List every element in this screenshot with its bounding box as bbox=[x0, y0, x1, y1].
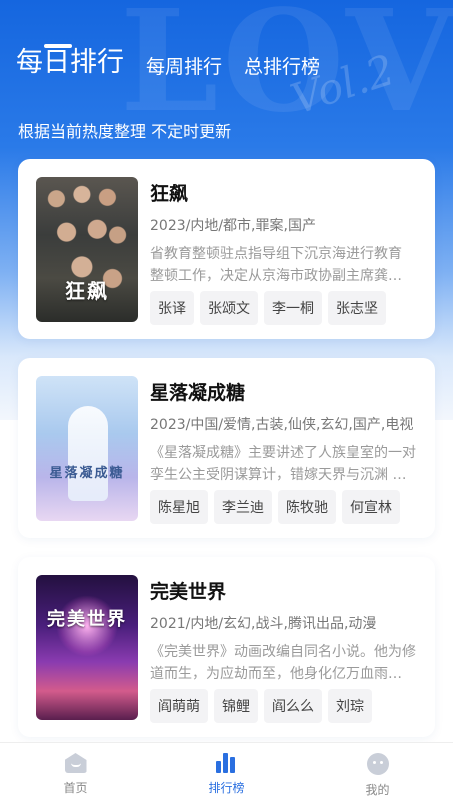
cast-list: 陈星旭 李兰迪 陈牧驰 何宣林 bbox=[150, 490, 400, 524]
cast-chip[interactable]: 锦鲤 bbox=[214, 689, 258, 723]
item-description: 省教育整顿驻点指导组下沉京海进行教育 整顿工作，决定从京海市政协副主席龚… bbox=[150, 243, 419, 287]
item-description: 《完美世界》动画改编自同名小说。他为修 道而生，为应劫而至，他身化亿万血雨… bbox=[150, 641, 419, 685]
tabbar-label: 排行榜 bbox=[208, 781, 245, 795]
active-tab-indicator bbox=[44, 44, 72, 48]
description-line: 《星落凝成糖》主要讲述了人族皇室的一对 bbox=[150, 445, 416, 461]
poster-logo: 星落凝成糖 bbox=[49, 466, 125, 481]
cast-chip[interactable]: 李一桐 bbox=[264, 291, 322, 325]
tabbar-label: 首页 bbox=[63, 781, 88, 795]
description-line: 《完美世界》动画改编自同名小说。他为修 bbox=[150, 644, 416, 660]
poster-logo: 狂飙 bbox=[65, 279, 109, 303]
item-meta: 2023/中国/爱情,古装,仙侠,玄幻,国产,电视 bbox=[150, 417, 414, 433]
tab-overall[interactable]: 总排行榜 bbox=[244, 52, 320, 79]
item-meta: 2023/内地/都市,罪案,国产 bbox=[150, 218, 316, 234]
tabbar-item-profile[interactable]: 我的 bbox=[302, 743, 453, 806]
cast-chip[interactable]: 李兰迪 bbox=[214, 490, 272, 524]
item-title: 星落凝成糖 bbox=[150, 382, 246, 404]
chart-icon bbox=[215, 753, 238, 773]
tab-weekly[interactable]: 每周排行 bbox=[146, 52, 222, 79]
profile-icon bbox=[366, 753, 389, 775]
description-line: 整顿工作，决定从京海市政协副主席龚… bbox=[150, 268, 402, 284]
tabbar-item-home[interactable]: 首页 bbox=[0, 743, 151, 806]
poster-image: 狂飙 bbox=[36, 177, 138, 322]
cast-chip[interactable]: 何宣林 bbox=[342, 490, 400, 524]
cast-list: 张译 张颂文 李一桐 张志坚 bbox=[150, 291, 386, 325]
item-description: 《星落凝成糖》主要讲述了人族皇室的一对 孪生公主受阴谋算计，错嫁天界与沉渊 … bbox=[150, 442, 419, 486]
home-icon bbox=[64, 753, 87, 773]
cast-chip[interactable]: 刘琮 bbox=[328, 689, 372, 723]
page-subtitle: 根据当前热度整理 不定时更新 bbox=[18, 122, 232, 141]
cast-chip[interactable]: 阎么么 bbox=[264, 689, 322, 723]
item-title: 完美世界 bbox=[150, 581, 227, 603]
list-item[interactable]: 星落凝成糖 星落凝成糖 2023/中国/爱情,古装,仙侠,玄幻,国产,电视 《星… bbox=[18, 358, 435, 538]
cast-chip[interactable]: 陈星旭 bbox=[150, 490, 208, 524]
cast-chip[interactable]: 阎萌萌 bbox=[150, 689, 208, 723]
list-item[interactable]: 狂飙 狂飙 2023/内地/都市,罪案,国产 省教育整顿驻点指导组下沉京海进行教… bbox=[18, 159, 435, 339]
bottom-tab-bar: 首页 排行榜 我的 bbox=[0, 742, 453, 806]
cast-list: 阎萌萌 锦鲤 阎么么 刘琮 bbox=[150, 689, 372, 723]
item-meta: 2021/内地/玄幻,战斗,腾讯出品,动漫 bbox=[150, 616, 377, 632]
item-title: 狂飙 bbox=[150, 183, 189, 205]
list-item[interactable]: 完美世界 完美世界 2021/内地/玄幻,战斗,腾讯出品,动漫 《完美世界》动画… bbox=[18, 557, 435, 737]
ranking-list: 狂飙 狂飙 2023/内地/都市,罪案,国产 省教育整顿驻点指导组下沉京海进行教… bbox=[18, 159, 435, 756]
cast-chip[interactable]: 张志坚 bbox=[328, 291, 386, 325]
tabbar-item-ranking[interactable]: 排行榜 bbox=[151, 743, 302, 806]
description-line: 孪生公主受阴谋算计，错嫁天界与沉渊 … bbox=[150, 467, 407, 483]
tabbar-label: 我的 bbox=[365, 783, 390, 797]
poster-image: 完美世界 bbox=[36, 575, 138, 720]
cast-chip[interactable]: 张颂文 bbox=[200, 291, 258, 325]
poster-logo: 完美世界 bbox=[47, 609, 127, 630]
description-line: 省教育整顿驻点指导组下沉京海进行教育 bbox=[150, 246, 402, 262]
cast-chip[interactable]: 陈牧驰 bbox=[278, 490, 336, 524]
description-line: 道而生，为应劫而至，他身化亿万血雨… bbox=[150, 666, 402, 682]
cast-chip[interactable]: 张译 bbox=[150, 291, 194, 325]
poster-image: 星落凝成糖 bbox=[36, 376, 138, 521]
